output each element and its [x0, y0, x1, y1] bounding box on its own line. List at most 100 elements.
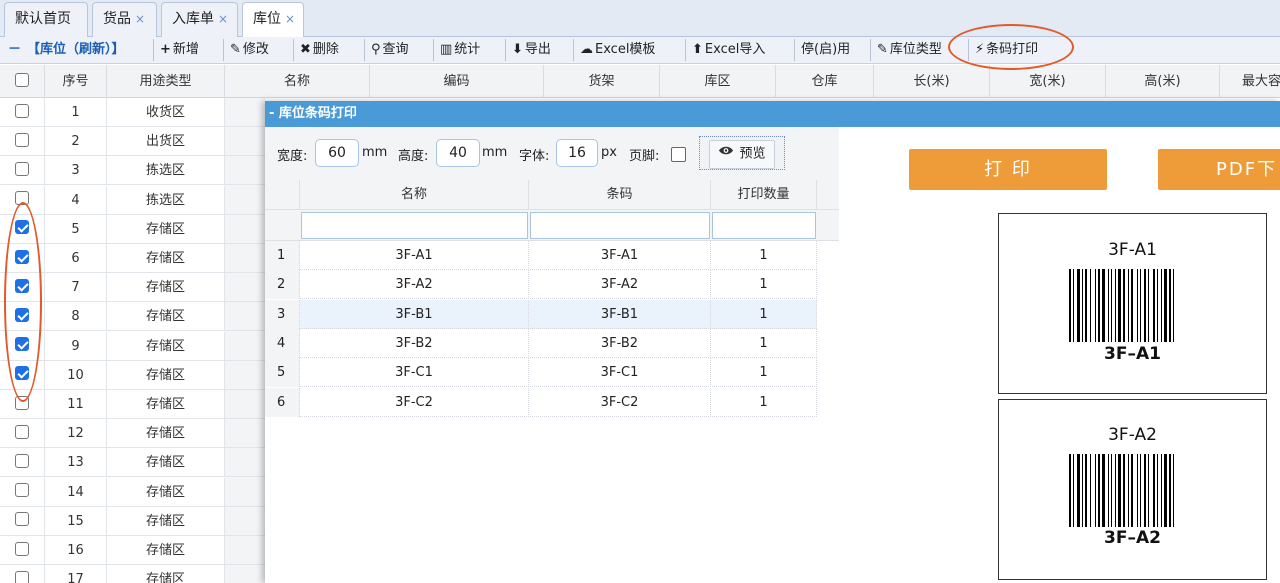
- row-checkbox[interactable]: [15, 453, 29, 468]
- table-row[interactable]: 4 拣选区: [0, 185, 265, 215]
- table-row[interactable]: 11 存储区: [0, 390, 265, 419]
- collapse-icon[interactable]: －: [8, 42, 21, 57]
- column-header-name[interactable]: 名称: [300, 180, 529, 210]
- stats-button[interactable]: ▥ 统计: [433, 39, 480, 61]
- barcode-bar: [1137, 454, 1138, 527]
- close-icon[interactable]: ×: [218, 12, 228, 26]
- barcode-bar: [1144, 454, 1146, 527]
- dialog-title: - 库位条码打印: [265, 101, 1280, 127]
- row-select-cell[interactable]: [0, 565, 45, 583]
- filter-code-input[interactable]: [530, 212, 710, 239]
- preview-button[interactable]: 预览: [699, 136, 785, 170]
- row-select-cell[interactable]: [0, 536, 45, 565]
- barcode-bar: [1073, 454, 1074, 527]
- table-row[interactable]: 17 存储区: [0, 565, 265, 583]
- height-label: 高度:: [398, 149, 429, 164]
- row-qty[interactable]: 1: [711, 270, 817, 300]
- print-button[interactable]: 打 印: [909, 149, 1107, 190]
- row-checkbox[interactable]: [15, 512, 29, 527]
- row-checkbox[interactable]: [15, 132, 29, 147]
- column-header[interactable]: 长(米): [874, 65, 990, 98]
- barcode-bar: [1140, 454, 1141, 527]
- location-type-button[interactable]: ✎ 库位类型: [870, 39, 942, 61]
- list-item[interactable]: 2 3F-A2 3F-A2 1: [265, 270, 817, 300]
- row-checkbox[interactable]: [15, 570, 29, 583]
- query-button[interactable]: ⚲ 查询: [364, 39, 409, 61]
- row-qty[interactable]: 1: [711, 358, 817, 388]
- barcode-bar: [1157, 454, 1158, 527]
- list-item[interactable]: 6 3F-C2 3F-C2 1: [265, 387, 817, 417]
- column-header[interactable]: 货架: [544, 65, 660, 98]
- column-header-code[interactable]: 条码: [529, 180, 711, 210]
- list-item[interactable]: 3 3F-B1 3F-B1 1: [265, 299, 817, 329]
- column-header-qty[interactable]: 打印数量: [711, 180, 817, 210]
- excel-template-button[interactable]: ☁ Excel模板: [573, 39, 655, 61]
- row-checkbox[interactable]: [15, 424, 29, 439]
- barcode-bar: [1123, 454, 1125, 527]
- width-input[interactable]: 60: [315, 139, 359, 167]
- column-header[interactable]: 库区: [660, 65, 776, 98]
- export-button[interactable]: ⬇ 导出: [505, 39, 551, 61]
- filter-qty-input[interactable]: [712, 212, 816, 239]
- row-select-cell[interactable]: [0, 156, 45, 186]
- row-checkbox[interactable]: [15, 103, 29, 118]
- column-header[interactable]: 最大容: [1220, 65, 1280, 98]
- table-row[interactable]: 15 存储区: [0, 506, 265, 536]
- row-select-cell[interactable]: [0, 419, 45, 449]
- font-size-input[interactable]: 16: [556, 139, 598, 167]
- row-checkbox[interactable]: [15, 161, 29, 176]
- add-button[interactable]: + 新增: [153, 39, 199, 61]
- column-header[interactable]: 用途类型: [107, 65, 225, 98]
- row-qty[interactable]: 1: [711, 328, 817, 358]
- column-header[interactable]: 序号: [45, 65, 107, 98]
- table-row[interactable]: 1 收货区: [0, 98, 265, 127]
- tab-goods[interactable]: 货品 ×: [92, 2, 157, 37]
- toggle-enable-button[interactable]: 停(启)用: [794, 39, 850, 61]
- row-select-cell[interactable]: [0, 127, 45, 157]
- row-name: 3F-A1: [300, 241, 529, 270]
- list-item[interactable]: 5 3F-C1 3F-C1 1: [265, 358, 817, 388]
- select-all-checkbox[interactable]: [15, 72, 29, 87]
- delete-button[interactable]: ✖ 删除: [293, 39, 339, 61]
- filter-name-input[interactable]: [301, 212, 528, 239]
- barcode-bar: [1157, 269, 1158, 342]
- table-row[interactable]: 2 出货区: [0, 127, 265, 157]
- column-header[interactable]: 高(米): [1106, 65, 1220, 98]
- row-checkbox[interactable]: [15, 541, 29, 556]
- pdf-download-button[interactable]: PDF下: [1158, 149, 1280, 190]
- footer-checkbox[interactable]: [671, 147, 686, 162]
- list-item[interactable]: 4 3F-B2 3F-B2 1: [265, 328, 817, 358]
- refresh-link[interactable]: － 【库位（刷新）】: [8, 39, 125, 61]
- table-row[interactable]: 14 存储区: [0, 477, 265, 507]
- row-qty[interactable]: 1: [711, 299, 817, 329]
- column-header[interactable]: 名称: [225, 65, 370, 98]
- row-select-cell[interactable]: [0, 448, 45, 478]
- excel-import-button[interactable]: ⬆ Excel导入: [685, 39, 765, 61]
- row-usage-type: 存储区: [107, 565, 225, 583]
- tab-home[interactable]: 默认首页: [4, 2, 88, 37]
- table-row[interactable]: 12 存储区: [0, 419, 265, 449]
- tab-location[interactable]: 库位 ×: [242, 2, 304, 38]
- column-header[interactable]: 仓库: [776, 65, 874, 98]
- barcode-bar: [1148, 269, 1149, 342]
- edit-button[interactable]: ✎ 修改: [223, 39, 269, 61]
- select-all-cell[interactable]: [0, 65, 45, 98]
- close-icon[interactable]: ×: [135, 12, 145, 26]
- row-qty[interactable]: 1: [711, 241, 817, 270]
- table-row[interactable]: 5 存储区: [0, 214, 265, 244]
- row-qty[interactable]: 1: [711, 387, 817, 417]
- table-row[interactable]: 16 存储区: [0, 536, 265, 565]
- row-select-cell[interactable]: [0, 477, 45, 507]
- row-checkbox[interactable]: [15, 483, 29, 498]
- row-select-cell[interactable]: [0, 98, 45, 127]
- tab-inbound[interactable]: 入库单 ×: [161, 2, 238, 37]
- table-row[interactable]: 13 存储区: [0, 448, 265, 478]
- row-code: 3F-A1: [529, 241, 711, 270]
- column-header[interactable]: 编码: [370, 65, 544, 98]
- row-select-cell[interactable]: [0, 506, 45, 536]
- list-item[interactable]: 1 3F-A1 3F-A1 1: [265, 241, 817, 270]
- table-row[interactable]: 10 存储区: [0, 360, 265, 390]
- height-input[interactable]: 40: [436, 139, 480, 167]
- table-row[interactable]: 3 拣选区: [0, 156, 265, 186]
- close-icon[interactable]: ×: [285, 12, 295, 26]
